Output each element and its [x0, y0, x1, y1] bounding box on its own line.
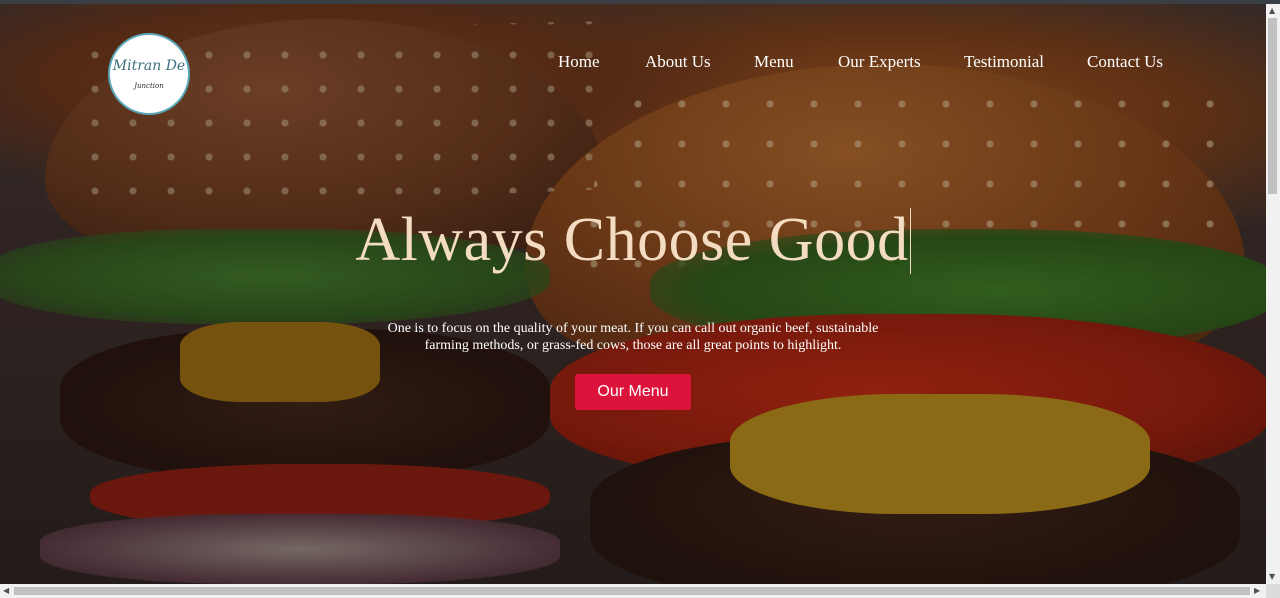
- hero-headline: Always Choose Good: [0, 204, 1266, 276]
- scroll-right-arrow-icon[interactable]: ▶: [1254, 586, 1260, 596]
- nav-about-us[interactable]: About Us: [645, 52, 711, 72]
- our-menu-button[interactable]: Our Menu: [575, 374, 691, 410]
- nav-testimonial[interactable]: Testimonial: [964, 52, 1044, 72]
- hero-description-line-2: farming methods, or grass-fed cows, thos…: [424, 338, 842, 353]
- scroll-left-arrow-icon[interactable]: ◀: [3, 586, 9, 596]
- scroll-up-arrow-icon[interactable]: ▲: [1269, 6, 1275, 16]
- horizontal-scrollbar[interactable]: ◀ ▶: [0, 584, 1266, 598]
- scrollbar-corner: [1266, 584, 1280, 598]
- vertical-scrollbar[interactable]: ▲ ▼: [1266, 4, 1280, 584]
- scroll-down-arrow-icon[interactable]: ▼: [1269, 572, 1275, 582]
- nav-menu[interactable]: Menu: [754, 52, 794, 72]
- text-cursor: [909, 208, 911, 274]
- hero-section: [0, 4, 1266, 584]
- nav-contact-us[interactable]: Contact Us: [1087, 52, 1163, 72]
- horizontal-scroll-thumb[interactable]: [14, 587, 1250, 595]
- nav-our-experts[interactable]: Our Experts: [838, 52, 921, 72]
- hero-headline-text: Always Choose Good: [355, 206, 909, 274]
- main-nav: Home About Us Menu Our Experts Testimoni…: [0, 52, 1280, 74]
- site-logo[interactable]: Mitran De Junction: [108, 33, 190, 115]
- hero-description-line-1: One is to focus on the quality of your m…: [387, 321, 879, 336]
- logo-subtext: Junction: [134, 82, 164, 90]
- hero-description: One is to focus on the quality of your m…: [380, 320, 886, 354]
- vertical-scroll-thumb[interactable]: [1268, 18, 1277, 194]
- dark-overlay: [0, 4, 1266, 584]
- nav-home[interactable]: Home: [558, 52, 600, 72]
